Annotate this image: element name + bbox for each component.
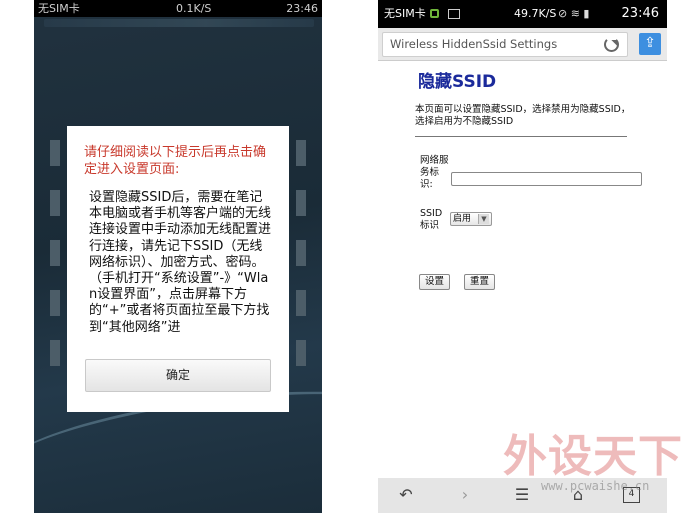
notice-dialog: 请仔细阅读以下提示后再点击确定进入设置页面: 设置隐藏SSID后，需要在笔记本电…: [67, 126, 289, 412]
browser-url-bar: Wireless HiddenSsid Settings ⇪: [378, 28, 667, 61]
url-text: Wireless HiddenSsid Settings: [390, 37, 558, 51]
forward-icon[interactable]: ›: [455, 485, 475, 505]
chevron-down-icon: ▼: [478, 214, 489, 224]
wifi-icon: ⊘ ≋ ▮: [558, 7, 590, 20]
reset-button[interactable]: 重置: [464, 274, 495, 290]
image-icon: [448, 9, 460, 19]
background-tab: [50, 190, 60, 216]
select-value: 启用: [453, 214, 472, 224]
reload-icon[interactable]: [604, 37, 619, 52]
page-title: 隐藏SSID: [418, 72, 497, 92]
clock: 23:46: [621, 6, 659, 21]
dialog-heading: 请仔细阅读以下提示后再点击确定进入设置页面:: [84, 145, 267, 177]
ssid-label: 网络服务标识:: [420, 155, 449, 190]
background-tab: [50, 140, 60, 166]
network-speed: 0.1K/S: [176, 2, 212, 15]
tabs-icon[interactable]: 4: [623, 487, 640, 503]
clock: 23:46: [286, 2, 318, 15]
left-phone-screen: 无SIM卡 0.1K/S 23:46 请仔细阅读以下提示后再点击确定进入设置页面…: [34, 0, 322, 513]
carrier-label: 无SIM卡: [38, 2, 80, 15]
background-tab: [296, 340, 306, 366]
background-tab: [50, 240, 60, 266]
background-tab: [296, 240, 306, 266]
lock-icon: [430, 9, 439, 18]
ssid-input[interactable]: [451, 172, 642, 186]
home-icon[interactable]: ⌂: [568, 485, 588, 505]
background-text-row: [44, 19, 314, 27]
background-tab: [50, 290, 60, 316]
status-bar: 无SIM卡 0.1K/S 23:46: [34, 0, 322, 17]
confirm-button[interactable]: 确定: [85, 359, 271, 392]
divider: [415, 136, 627, 137]
share-icon[interactable]: ⇪: [639, 33, 661, 55]
network-speed: 49.7K/S: [514, 7, 557, 20]
carrier-label: 无SIM卡: [384, 7, 426, 20]
url-field[interactable]: Wireless HiddenSsid Settings: [382, 32, 628, 57]
save-settings-button[interactable]: 设置: [419, 274, 450, 290]
back-icon[interactable]: ↶: [396, 485, 416, 505]
status-bar: 无SIM卡 49.7K/S ⊘ ≋ ▮ 23:46: [378, 0, 667, 28]
browser-bottom-bar: ↶ › ☰ ⌂ 4: [378, 478, 667, 513]
page-description: 本页面可以设置隐藏SSID，选择禁用为隐藏SSID，选择启用为不隐藏SSID: [415, 104, 631, 127]
background-tab: [50, 340, 60, 366]
background-tab: [296, 190, 306, 216]
background-tab: [296, 140, 306, 166]
ssid-broadcast-select[interactable]: 启用 ▼: [450, 212, 492, 226]
ssid-broadcast-label: SSID标识: [420, 208, 443, 231]
right-phone-screen: 无SIM卡 49.7K/S ⊘ ≋ ▮ 23:46 Wireless Hidde…: [378, 0, 667, 513]
menu-icon[interactable]: ☰: [512, 485, 532, 505]
background-tab: [296, 290, 306, 316]
dialog-body-text: 设置隐藏SSID后，需要在笔记本电脑或者手机等客户端的无线连接设置中手动添加无线…: [89, 190, 272, 335]
